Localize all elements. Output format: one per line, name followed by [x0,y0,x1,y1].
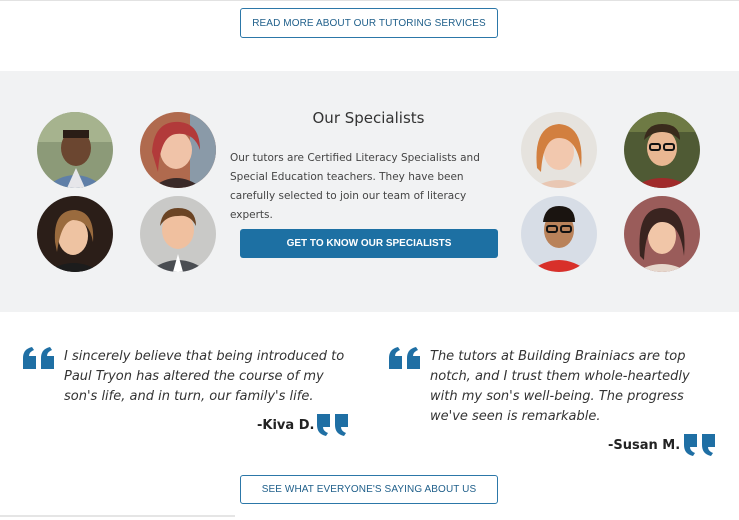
read-more-tutoring-button[interactable]: READ MORE ABOUT OUR TUTORING SERVICES [240,8,498,38]
specialist-avatar[interactable] [624,112,700,188]
bottom-divider [0,515,235,517]
specialist-avatar[interactable] [140,112,216,188]
specialist-avatar[interactable] [521,112,597,188]
specialist-avatar[interactable] [521,196,597,272]
open-quote-icon [23,347,55,373]
close-quote-icon [317,414,349,440]
testimonial-text: The tutors at Building Brainiacs are top… [430,349,690,424]
testimonial-author: -Kiva D. [257,418,315,433]
get-to-know-specialists-button[interactable]: GET TO KNOW OUR SPECIALISTS [240,229,498,258]
specialist-avatar[interactable] [37,112,113,188]
close-quote-icon [684,434,716,460]
specialist-avatar[interactable] [37,196,113,272]
testimonial-text: I sincerely believe that being introduce… [64,349,345,404]
specialist-avatar[interactable] [140,196,216,272]
specialist-avatar[interactable] [624,196,700,272]
see-testimonials-button[interactable]: SEE WHAT EVERYONE'S SAYING ABOUT US [240,475,498,504]
specialists-heading: Our Specialists [312,109,425,127]
specialists-description: Our tutors are Certified Literacy Specia… [230,152,480,221]
testimonial-author: -Susan M. [608,438,681,453]
open-quote-icon [389,347,421,373]
top-divider [0,0,739,1]
